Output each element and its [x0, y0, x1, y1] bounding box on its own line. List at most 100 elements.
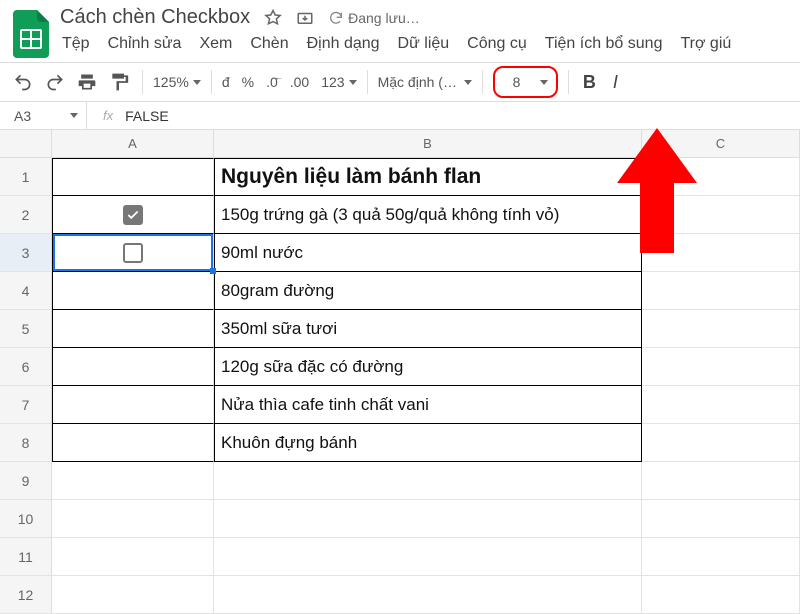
name-box[interactable]: A3 [0, 108, 86, 124]
formula-value[interactable]: FALSE [125, 108, 169, 124]
cell-C3[interactable] [642, 234, 800, 272]
number-format-dropdown[interactable]: 123 [321, 74, 356, 90]
row-header-10[interactable]: 10 [0, 500, 52, 538]
percent-format-button[interactable]: % [242, 74, 254, 90]
caret-down-icon [349, 80, 357, 85]
cell-B1[interactable]: Nguyên liệu làm bánh flan [214, 158, 642, 196]
cell-A6[interactable] [52, 348, 214, 386]
star-icon[interactable] [264, 9, 282, 27]
cell-C10[interactable] [642, 500, 800, 538]
saving-status: Đang lưu… [328, 10, 420, 26]
move-to-drive-icon[interactable] [296, 9, 314, 27]
menu-view[interactable]: Xem [199, 35, 232, 53]
row-header-11[interactable]: 11 [0, 538, 52, 576]
row-header-1[interactable]: 1 [0, 158, 52, 196]
currency-format-button[interactable]: đ [222, 74, 230, 90]
italic-button[interactable]: I [605, 72, 625, 93]
cell-B5[interactable]: 350ml sữa tươi [214, 310, 642, 348]
row-header-9[interactable]: 9 [0, 462, 52, 500]
increase-decimal-button[interactable]: .00 [290, 74, 309, 90]
row-header-6[interactable]: 6 [0, 348, 52, 386]
formula-bar: A3 fx FALSE [0, 102, 800, 130]
menu-format[interactable]: Định dạng [307, 35, 380, 53]
separator [142, 70, 143, 94]
cell-B6[interactable]: 120g sữa đặc có đường [214, 348, 642, 386]
font-family-dropdown[interactable]: Mặc định ( … [378, 74, 472, 90]
font-size-dropdown[interactable]: 8 [493, 66, 559, 98]
zoom-value: 125% [153, 74, 189, 90]
separator [482, 70, 483, 94]
row-header-12[interactable]: 12 [0, 576, 52, 614]
cell-A8[interactable] [52, 424, 214, 462]
paint-format-button[interactable] [106, 69, 132, 95]
caret-down-icon [540, 80, 548, 85]
cell-C2[interactable] [642, 196, 800, 234]
cell-C1[interactable] [642, 158, 800, 196]
cell-C11[interactable] [642, 538, 800, 576]
col-header-C[interactable]: C [642, 130, 800, 158]
menu-edit[interactable]: Chỉnh sửa [108, 35, 182, 53]
menu-data[interactable]: Dữ liệu [398, 35, 450, 53]
cell-A7[interactable] [52, 386, 214, 424]
cell-B3[interactable]: 90ml nước [214, 234, 642, 272]
cell-C5[interactable] [642, 310, 800, 348]
cell-B10[interactable] [214, 500, 642, 538]
row-header-5[interactable]: 5 [0, 310, 52, 348]
cell-B7[interactable]: Nửa thìa cafe tinh chất vani [214, 386, 642, 424]
cell-A4[interactable] [52, 272, 214, 310]
num-format-label: 123 [321, 74, 344, 90]
cell-A11[interactable] [52, 538, 214, 576]
row-header-4[interactable]: 4 [0, 272, 52, 310]
caret-down-icon [193, 80, 201, 85]
cell-C6[interactable] [642, 348, 800, 386]
menu-tools[interactable]: Công cụ [467, 35, 527, 53]
cell-A3[interactable] [52, 234, 214, 272]
cell-A9[interactable] [52, 462, 214, 500]
col-header-A[interactable]: A [52, 130, 214, 158]
menu-bar: Tệp Chỉnh sửa Xem Chèn Định dạng Dữ liệu… [60, 29, 731, 61]
print-button[interactable] [74, 69, 100, 95]
sheets-app-icon[interactable] [10, 6, 52, 62]
cell-B4[interactable]: 80gram đường [214, 272, 642, 310]
caret-down-icon [464, 80, 472, 85]
menu-addons[interactable]: Tiện ích bổ sung [545, 35, 663, 53]
cell-A10[interactable] [52, 500, 214, 538]
cell-C4[interactable] [642, 272, 800, 310]
caret-down-icon [70, 113, 78, 118]
separator [211, 70, 212, 94]
bold-button[interactable]: B [579, 72, 599, 93]
checkbox-checked-icon[interactable] [123, 205, 143, 225]
cell-A2[interactable] [52, 196, 214, 234]
zoom-dropdown[interactable]: 125% [153, 74, 201, 90]
decrease-decimal-button[interactable]: .0← [266, 74, 278, 90]
font-name-value: Mặc định ( … [378, 74, 458, 90]
undo-button[interactable] [10, 69, 36, 95]
select-all-corner[interactable] [0, 130, 52, 158]
cell-C7[interactable] [642, 386, 800, 424]
redo-button[interactable] [42, 69, 68, 95]
separator [568, 70, 569, 94]
row-header-2[interactable]: 2 [0, 196, 52, 234]
cell-A1[interactable] [52, 158, 214, 196]
col-header-B[interactable]: B [214, 130, 642, 158]
cell-B2[interactable]: 150g trứng gà (3 quả 50g/quả không tính … [214, 196, 642, 234]
row-header-7[interactable]: 7 [0, 386, 52, 424]
cell-A12[interactable] [52, 576, 214, 614]
cell-B8[interactable]: Khuôn đựng bánh [214, 424, 642, 462]
menu-help[interactable]: Trợ giú [680, 35, 731, 53]
cell-B11[interactable] [214, 538, 642, 576]
name-box-value: A3 [14, 108, 31, 124]
cell-C9[interactable] [642, 462, 800, 500]
menu-file[interactable]: Tệp [62, 35, 90, 53]
checkbox-unchecked-icon[interactable] [123, 243, 143, 263]
cell-A5[interactable] [52, 310, 214, 348]
cell-C8[interactable] [642, 424, 800, 462]
cell-B12[interactable] [214, 576, 642, 614]
row-header-8[interactable]: 8 [0, 424, 52, 462]
font-size-value: 8 [513, 74, 521, 90]
cell-C12[interactable] [642, 576, 800, 614]
row-header-3[interactable]: 3 [0, 234, 52, 272]
cell-B9[interactable] [214, 462, 642, 500]
doc-title[interactable]: Cách chèn Checkbox [60, 6, 250, 29]
menu-insert[interactable]: Chèn [250, 35, 288, 53]
